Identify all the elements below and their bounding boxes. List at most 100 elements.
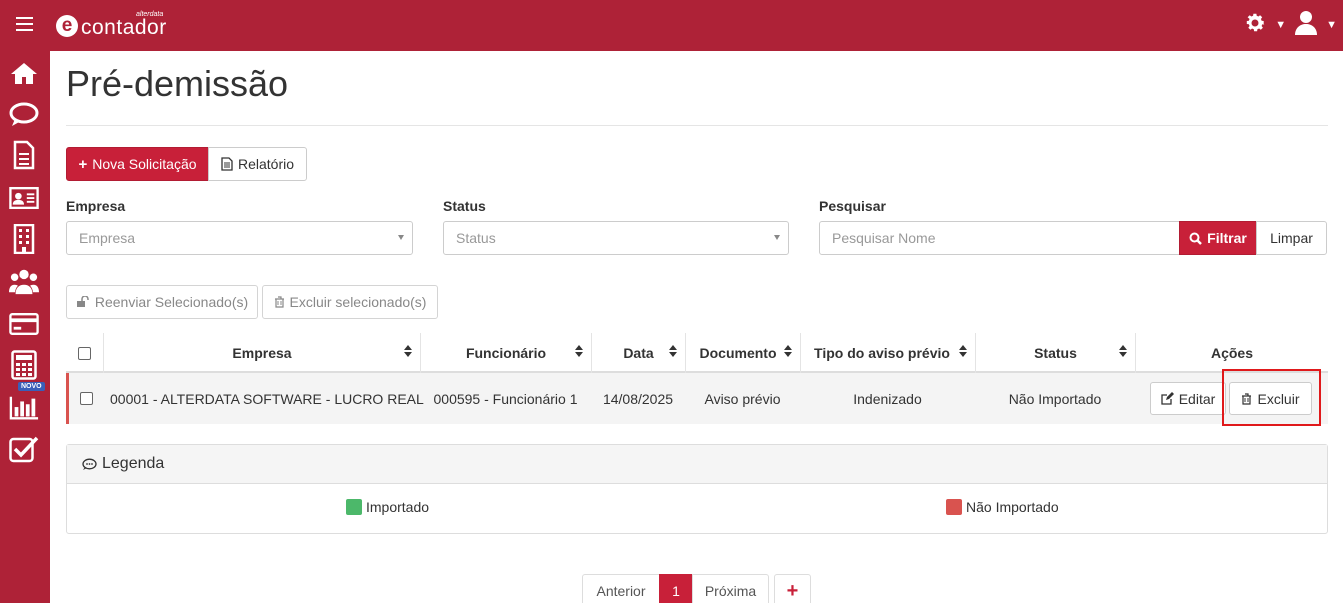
report-button[interactable]: Relatório xyxy=(208,147,307,181)
sort-icon xyxy=(959,345,967,359)
edit-icon xyxy=(1161,392,1174,405)
chat-icon[interactable] xyxy=(9,101,39,129)
page-title: Pré-demissão xyxy=(66,63,289,104)
report-label: Relatório xyxy=(237,156,295,172)
cell-documento: Aviso prévio xyxy=(704,390,781,407)
clear-button-label: Limpar xyxy=(1270,230,1313,246)
column-acoes: Ações xyxy=(1135,333,1328,373)
legend-label: Importado xyxy=(366,499,430,515)
search-filter-label: Pesquisar xyxy=(819,198,886,214)
column-label: Funcionário xyxy=(465,345,547,361)
status-select[interactable]: Status xyxy=(443,221,789,255)
previous-page-button[interactable]: Anterior xyxy=(582,574,660,603)
column-label: Status xyxy=(1034,345,1077,361)
edit-button[interactable]: Editar xyxy=(1150,382,1226,415)
row-checkbox[interactable] xyxy=(79,392,93,405)
trash-icon xyxy=(274,296,285,308)
clear-button[interactable]: Limpar xyxy=(1256,221,1327,255)
add-button[interactable]: + xyxy=(774,574,811,603)
column-label: Empresa xyxy=(232,345,292,361)
column-funcionario[interactable]: Funcionário xyxy=(420,333,591,373)
legend-swatch xyxy=(946,499,962,515)
cell-status: Não Importado xyxy=(1008,390,1102,407)
users-icon[interactable] xyxy=(9,267,39,295)
id-card-icon[interactable] xyxy=(9,184,39,212)
top-bar: e contador alterdata ▼ ▼ xyxy=(0,0,1343,51)
column-label: Documento xyxy=(699,345,777,361)
legend-header: Legenda xyxy=(67,445,1327,484)
table-header: Empresa Funcionário Data Documento Tipo … xyxy=(66,333,1328,373)
user-icon[interactable] xyxy=(1294,10,1318,39)
plus-icon: + xyxy=(78,155,88,173)
sidebar: NOVO xyxy=(0,51,50,603)
filter-button-label: Filtrar xyxy=(1207,230,1247,246)
delete-selected-button[interactable]: Excluir selecionado(s) xyxy=(262,285,438,319)
new-request-label: Nova Solicitação xyxy=(92,156,197,172)
sort-icon xyxy=(404,345,412,359)
highlight-box xyxy=(1222,369,1321,426)
comment-icon xyxy=(82,458,97,471)
sort-icon xyxy=(669,345,677,359)
app-logo[interactable]: e contador alterdata xyxy=(56,10,167,42)
sort-icon xyxy=(784,345,792,359)
column-documento[interactable]: Documento xyxy=(685,333,800,373)
dropdown-arrow-icon xyxy=(398,235,404,240)
legend-swatch xyxy=(346,499,362,515)
unlock-icon xyxy=(76,296,90,308)
legend-label: Não Importado xyxy=(966,499,1059,515)
column-tipo-aviso[interactable]: Tipo do aviso prévio xyxy=(800,333,975,373)
resend-selected-label: Reenviar Selecionado(s) xyxy=(94,294,249,310)
empresa-select[interactable]: Empresa xyxy=(66,221,413,255)
column-label: Ações xyxy=(1210,345,1254,361)
title-divider xyxy=(66,125,1328,126)
chevron-down-icon[interactable]: ▼ xyxy=(1275,19,1286,31)
cell-data: 14/08/2025 xyxy=(602,390,674,407)
search-icon xyxy=(1189,232,1203,245)
delete-selected-label: Excluir selecionado(s) xyxy=(289,294,427,310)
column-label: Tipo do aviso prévio xyxy=(814,345,950,361)
next-page-button[interactable]: Próxima xyxy=(692,574,769,603)
column-empresa[interactable]: Empresa xyxy=(103,333,420,373)
credit-card-icon[interactable] xyxy=(9,310,39,338)
filter-button[interactable]: Filtrar xyxy=(1179,221,1257,255)
legend-panel: Legenda Importado Não Importado xyxy=(66,444,1328,534)
gear-icon[interactable] xyxy=(1243,11,1267,38)
menu-icon[interactable] xyxy=(16,17,33,31)
cell-funcionario: 000595 - Funcionário 1 xyxy=(433,390,578,407)
empresa-select-placeholder: Empresa xyxy=(79,230,136,246)
sort-icon xyxy=(575,345,583,359)
edit-button-label: Editar xyxy=(1178,390,1216,407)
document-icon[interactable] xyxy=(9,140,39,170)
pagination: Anterior 1 Próxima xyxy=(582,574,769,603)
cell-tipo-aviso: Indenizado xyxy=(853,390,922,407)
select-all-checkbox[interactable] xyxy=(78,346,91,360)
file-text-icon xyxy=(221,157,233,171)
column-data[interactable]: Data xyxy=(591,333,685,373)
calculator-icon[interactable] xyxy=(9,350,39,380)
status-filter-label: Status xyxy=(443,198,486,214)
logo-letter: e xyxy=(56,15,78,37)
building-icon[interactable] xyxy=(9,224,39,254)
logo-text: contador xyxy=(81,16,167,39)
chevron-down-icon[interactable]: ▼ xyxy=(1326,19,1337,31)
column-status[interactable]: Status xyxy=(975,333,1135,373)
sort-icon xyxy=(1119,345,1127,359)
legend-item-nao-importado: Não Importado xyxy=(946,499,1059,515)
table-row: 00001 - ALTERDATA SOFTWARE - LUCRO REAL … xyxy=(66,373,1328,424)
page-button-1[interactable]: 1 xyxy=(659,574,693,603)
legend-item-importado: Importado xyxy=(346,499,429,515)
new-request-button[interactable]: + Nova Solicitação xyxy=(66,147,209,181)
resend-selected-button[interactable]: Reenviar Selecionado(s) xyxy=(66,285,258,319)
search-input[interactable]: Pesquisar Nome xyxy=(819,221,1180,255)
column-label: Data xyxy=(623,345,654,361)
cell-empresa: 00001 - ALTERDATA SOFTWARE - LUCRO REAL xyxy=(110,390,424,407)
status-select-placeholder: Status xyxy=(456,230,496,246)
row-select-cell xyxy=(69,373,103,424)
empresa-filter-label: Empresa xyxy=(66,198,126,214)
checkbox-icon[interactable] xyxy=(9,435,39,463)
bar-chart-icon[interactable] xyxy=(9,394,39,422)
select-all-cell xyxy=(66,333,103,373)
dropdown-arrow-icon xyxy=(774,235,780,240)
new-badge: NOVO xyxy=(18,382,45,391)
home-icon[interactable] xyxy=(9,59,39,87)
